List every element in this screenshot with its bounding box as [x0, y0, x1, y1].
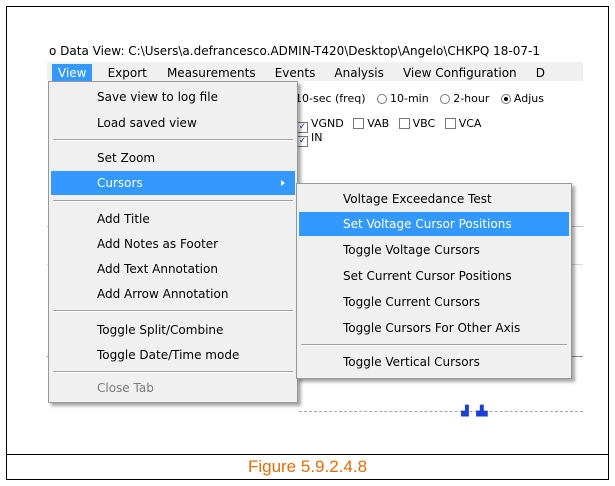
toggle-current-cursors-item[interactable]: Toggle Current Cursors — [299, 290, 569, 314]
submenu-arrow-icon — [281, 180, 285, 186]
toggle-split-combine-item[interactable]: Toggle Split/Combine — [51, 318, 295, 342]
caption-divider — [6, 454, 609, 455]
toggle-cursors-other-axis-item[interactable]: Toggle Cursors For Other Axis — [299, 316, 569, 340]
plot-grid-line — [299, 411, 583, 412]
load-saved-view-item[interactable]: Load saved view — [51, 111, 295, 135]
interval-adjust-radio[interactable] — [500, 94, 511, 104]
in-label: IN — [311, 131, 323, 144]
toggle-vertical-cursors-item[interactable]: Toggle Vertical Cursors — [299, 350, 569, 374]
cursors-item[interactable]: Cursors — [51, 171, 295, 195]
vca-checkbox[interactable] — [444, 118, 456, 129]
vab-checkbox[interactable] — [353, 118, 365, 129]
interval-10min-radio[interactable] — [377, 94, 387, 104]
cursors-submenu: Voltage Exceedance Test Set Voltage Curs… — [296, 183, 572, 379]
add-title-item[interactable]: Add Title — [51, 207, 295, 231]
interval-2hour-radio[interactable] — [440, 94, 451, 104]
app-screenshot: o Data View: C:\Users\a.defrancesco.ADMI… — [47, 40, 583, 436]
interval-adjust-label: Adjus — [513, 92, 544, 105]
save-view-item[interactable]: Save view to log file — [51, 85, 295, 109]
menu-analysis[interactable]: Analysis — [334, 64, 383, 83]
add-arrow-annotation-item[interactable]: Add Arrow Annotation — [51, 282, 295, 306]
interval-10min-label: 10-min — [390, 92, 429, 105]
voltage-exceedance-test-item[interactable]: Voltage Exceedance Test — [299, 187, 569, 211]
interval-2hour-label: 2-hour — [453, 92, 490, 105]
vab-label: VAB — [367, 117, 390, 130]
menu-bar: View Export Measurements Events Analysis… — [47, 62, 583, 83]
menu-separator — [53, 139, 293, 141]
close-tab-item: Close Tab — [97, 381, 154, 395]
add-notes-footer-item[interactable]: Add Notes as Footer — [51, 232, 295, 256]
interval-10sec-label: 10-sec (freq) — [295, 92, 366, 105]
set-zoom-item[interactable]: Set Zoom — [51, 146, 295, 170]
vbc-checkbox[interactable] — [398, 118, 410, 129]
toggle-voltage-cursors-item[interactable]: Toggle Voltage Cursors — [299, 238, 569, 262]
figure-caption: Figure 5.9.2.4.8 — [247, 457, 368, 476]
in-checkbox[interactable]: ✓ — [297, 136, 308, 147]
window-title: o Data View: C:\Users\a.defrancesco.ADMI… — [49, 44, 540, 58]
menu-separator — [53, 310, 293, 312]
vbc-label: VBC — [412, 117, 436, 130]
menu-truncated[interactable]: D — [536, 64, 545, 83]
menu-view-configuration[interactable]: View Configuration — [403, 64, 517, 83]
set-current-cursor-positions-item[interactable]: Set Current Cursor Positions — [299, 264, 569, 288]
vgnd-label: VGND — [311, 117, 344, 130]
toggle-date-time-item[interactable]: Toggle Date/Time mode — [51, 343, 295, 367]
view-menu: Save view to log file Load saved view Se… — [48, 81, 298, 403]
interval-options: 10-sec (freq) 10-min 2-hour Adjus — [295, 92, 544, 105]
submenu-separator — [301, 344, 567, 346]
set-voltage-cursor-positions-item[interactable]: Set Voltage Cursor Positions — [299, 212, 569, 236]
add-text-annotation-item[interactable]: Add Text Annotation — [51, 257, 295, 281]
cursors-item-label: Cursors — [97, 176, 143, 190]
menu-separator — [53, 200, 293, 202]
vca-label: VCA — [458, 117, 482, 130]
menu-separator — [53, 371, 293, 373]
plot-trace-fragment: ▟ ▗▙ — [461, 406, 488, 417]
